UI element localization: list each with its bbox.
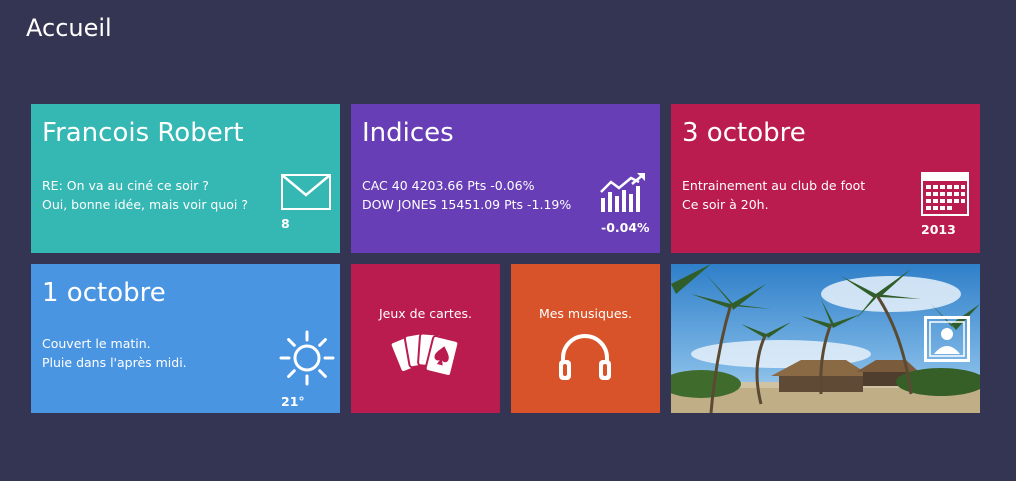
mail-sender: Francois Robert <box>42 118 244 148</box>
event-line: Ce soir à 20h. <box>682 197 769 212</box>
calendar-date: 3 octobre <box>682 118 806 148</box>
mail-line: Oui, bonne idée, mais voir quoi ? <box>42 197 249 212</box>
calendar-icon <box>921 172 969 216</box>
photo-tile[interactable] <box>671 264 980 413</box>
weather-date: 1 octobre <box>42 278 166 308</box>
index-line: CAC 40 4203.66 Pts -0.06% <box>362 178 535 193</box>
headphones-icon <box>559 334 611 380</box>
index-line: DOW JONES 15451.09 Pts -1.19% <box>362 197 572 212</box>
event-line: Entrainement au club de foot <box>682 178 866 193</box>
stock-chart-icon <box>600 173 645 212</box>
page-title: Accueil <box>26 14 112 42</box>
forecast-line: Couvert le matin. <box>42 336 151 351</box>
sun-icon <box>279 330 335 386</box>
indices-title: Indices <box>362 118 454 148</box>
calendar-tile[interactable]: 3 octobre Entrainement au club de foot C… <box>671 104 980 253</box>
weather-forecast: Couvert le matin. Pluie dans l'après mid… <box>42 334 187 372</box>
playing-cards-icon <box>391 331 460 377</box>
envelope-icon <box>281 174 331 210</box>
cards-label: Jeux de cartes. <box>378 306 473 321</box>
mail-tile[interactable]: Francois Robert RE: On va au ciné ce soi… <box>31 104 340 253</box>
cards-tile[interactable]: Jeux de cartes. <box>351 264 500 413</box>
indices-tile[interactable]: Indices CAC 40 4203.66 Pts -0.06% DOW JO… <box>351 104 660 253</box>
indices-list: CAC 40 4203.66 Pts -0.06% DOW JONES 1545… <box>362 176 571 214</box>
temperature: 21° <box>281 394 305 409</box>
calendar-event: Entrainement au club de foot Ce soir à 2… <box>682 176 865 214</box>
music-tile[interactable]: Mes musiques. <box>511 264 660 413</box>
weather-tile[interactable]: 1 octobre Couvert le matin. Pluie dans l… <box>31 264 340 413</box>
unread-count: 8 <box>281 216 290 231</box>
picture-icon <box>924 316 970 362</box>
music-label: Mes musiques. <box>538 306 633 321</box>
indices-change: -0.04% <box>601 220 650 235</box>
mail-preview: RE: On va au ciné ce soir ? Oui, bonne i… <box>42 176 248 214</box>
forecast-line: Pluie dans l'après midi. <box>42 355 187 370</box>
calendar-year: 2013 <box>921 222 956 237</box>
mail-line: RE: On va au ciné ce soir ? <box>42 178 209 193</box>
